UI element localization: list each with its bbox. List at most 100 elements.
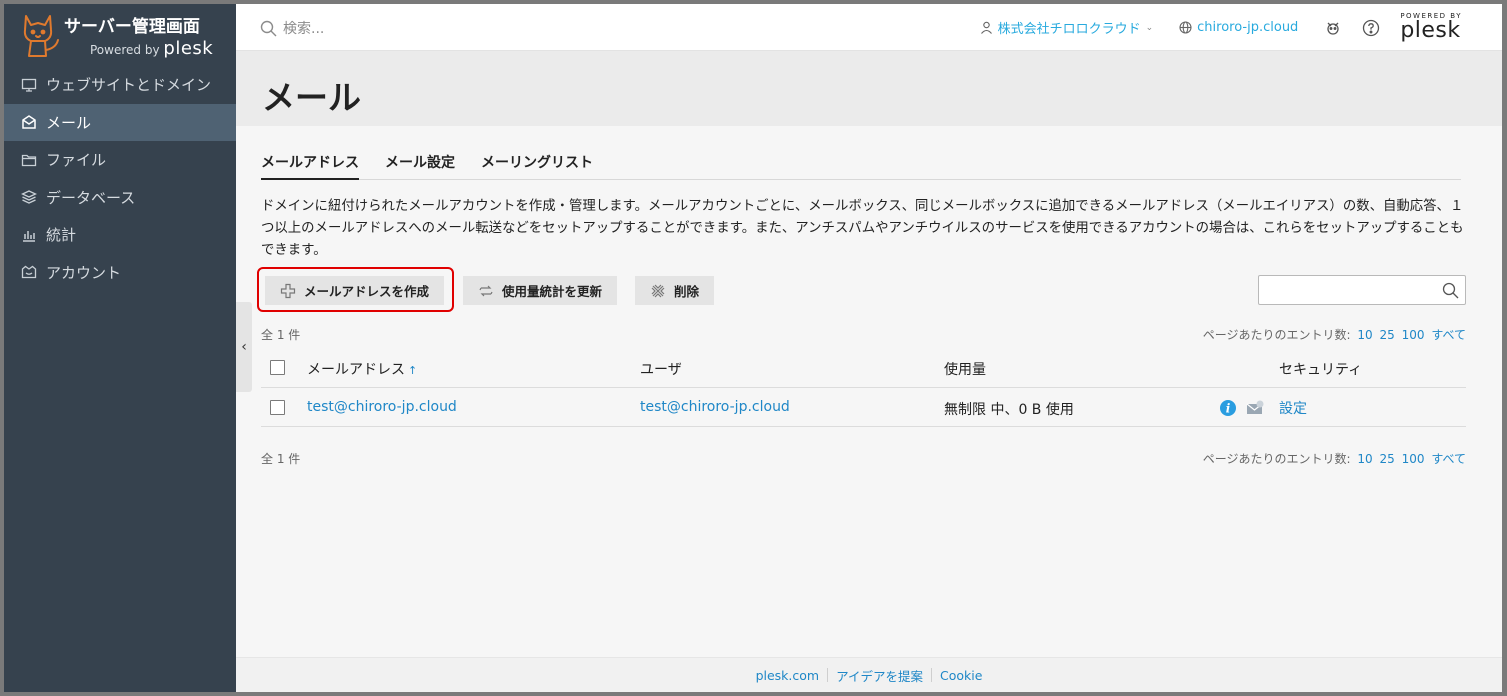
row-security: i 設定 xyxy=(1219,398,1307,418)
per-page-top: ページあたりのエントリ数: 10 25 100 すべて xyxy=(1203,326,1466,343)
globe-icon xyxy=(1179,21,1192,34)
sidebar-item-label: 統計 xyxy=(46,226,77,245)
topbar: 検索... 株式会社チロロクラウド ⌄ chiroro-jp.cloud POW… xyxy=(236,4,1502,51)
database-icon xyxy=(20,188,38,206)
user-name: 株式会社チロロクラウド xyxy=(997,22,1141,37)
search-placeholder: 検索... xyxy=(283,21,325,37)
help-icon[interactable] xyxy=(1362,19,1380,37)
per-page-100[interactable]: 100 xyxy=(1402,328,1425,342)
chart-icon xyxy=(20,226,38,244)
delete-button[interactable]: 削除 xyxy=(635,276,715,305)
sidebar-item-label: ウェブサイトとドメイン xyxy=(46,76,212,95)
table-header: メールアドレス ↑ ユーザ 使用量 セキュリティ xyxy=(261,348,1466,388)
refresh-usage-button[interactable]: 使用量統計を更新 xyxy=(463,276,618,305)
sidebar-item-label: データベース xyxy=(46,188,136,207)
per-page-label: ページあたりのエントリ数: xyxy=(1202,452,1351,466)
create-email-button[interactable]: メールアドレスを作成 xyxy=(265,276,445,305)
chevron-down-icon: ⌄ xyxy=(1145,22,1154,33)
page-title: メール xyxy=(262,78,361,117)
row-checkbox[interactable] xyxy=(270,400,285,415)
sidebar: サーバー管理画面 Powered by plesk ウェブサイトとドメイン メー… xyxy=(4,4,236,692)
sidebar-item-files[interactable]: ファイル xyxy=(4,141,236,179)
column-header-usage[interactable]: 使用量 xyxy=(944,359,986,379)
account-icon xyxy=(20,263,38,281)
search-icon xyxy=(1442,282,1459,299)
list-search-input[interactable] xyxy=(1258,275,1466,305)
svg-text:i: i xyxy=(1226,402,1231,416)
per-page-100[interactable]: 100 xyxy=(1402,452,1425,466)
mailbox-icon[interactable] xyxy=(1245,399,1265,417)
sidebar-collapse-handle[interactable]: ‹ xyxy=(236,302,252,392)
user-menu[interactable]: 株式会社チロロクラウド ⌄ xyxy=(980,18,1154,37)
sidebar-item-databases[interactable]: データベース xyxy=(4,179,236,217)
refresh-usage-label: 使用量統計を更新 xyxy=(502,284,603,299)
extension-icon[interactable] xyxy=(1324,19,1342,37)
domain-link[interactable]: chiroro-jp.cloud xyxy=(1179,20,1298,35)
per-page-25[interactable]: 25 xyxy=(1379,328,1394,342)
search-icon xyxy=(260,20,277,36)
per-page-all[interactable]: すべて xyxy=(1431,328,1466,342)
tab-mail-settings[interactable]: メール設定 xyxy=(385,151,455,180)
fox-mascot-icon xyxy=(23,15,59,57)
chevron-left-icon: ‹ xyxy=(241,339,247,355)
sort-ascending-icon: ↑ xyxy=(408,364,418,377)
plesk-logo: POWERED BY plesk xyxy=(1400,13,1462,42)
footer: plesk.com アイデアを提案 Cookie xyxy=(236,657,1502,692)
sidebar-item-statistics[interactable]: 統計 xyxy=(4,216,236,254)
row-usage: 無制限 中、0 B 使用 xyxy=(944,402,1074,418)
security-settings-link[interactable]: 設定 xyxy=(1279,398,1307,418)
tab-email-addresses[interactable]: メールアドレス xyxy=(261,151,359,180)
plesk-wordmark: plesk xyxy=(163,38,214,59)
table-row: test@chiroro-jp.cloud test@chiroro-jp.cl… xyxy=(261,388,1466,427)
footer-link-cookie[interactable]: Cookie xyxy=(932,668,990,683)
per-page-10[interactable]: 10 xyxy=(1357,328,1372,342)
per-page-10[interactable]: 10 xyxy=(1357,452,1372,466)
column-email-label: メールアドレス xyxy=(307,362,405,378)
sidebar-item-label: メール xyxy=(46,113,92,132)
row-email-link[interactable]: test@chiroro-jp.cloud xyxy=(307,399,457,415)
delete-label: 削除 xyxy=(674,284,700,299)
brand: サーバー管理画面 Powered by plesk xyxy=(4,4,236,66)
brand-title: サーバー管理画面 xyxy=(64,17,200,37)
delete-icon xyxy=(651,284,665,297)
sidebar-item-account[interactable]: アカウント xyxy=(4,254,236,292)
global-search[interactable]: 検索... xyxy=(260,18,324,38)
page-description: ドメインに紐付けられたメールアカウントを作成・管理します。メールアカウントごとに… xyxy=(261,199,1464,258)
sidebar-item-label: ファイル xyxy=(46,151,107,170)
monitor-icon xyxy=(20,76,38,94)
brand-powered-by: Powered by plesk xyxy=(90,38,213,59)
sidebar-item-mail[interactable]: メール xyxy=(4,103,236,141)
powered-by-text: Powered by xyxy=(90,43,160,57)
user-icon xyxy=(980,21,992,34)
column-header-user[interactable]: ユーザ xyxy=(640,359,682,379)
sidebar-item-label: アカウント xyxy=(46,263,122,282)
topbar-right: 株式会社チロロクラウド ⌄ chiroro-jp.cloud POWERED B… xyxy=(980,4,1502,51)
footer-link-suggest-idea[interactable]: アイデアを提案 xyxy=(828,666,931,685)
domain-name: chiroro-jp.cloud xyxy=(1197,20,1299,35)
item-count-bottom: 全 1 件 xyxy=(261,452,301,466)
list-toolbar: メールアドレスを作成 使用量統計を更新 削除 xyxy=(257,267,1466,312)
row-user-link[interactable]: test@chiroro-jp.cloud xyxy=(640,399,790,415)
plesk-window: サーバー管理画面 Powered by plesk ウェブサイトとドメイン メー… xyxy=(4,4,1502,692)
sidebar-item-websites[interactable]: ウェブサイトとドメイン xyxy=(4,66,236,104)
item-count-top: 全 1 件 xyxy=(261,328,301,342)
tab-bar: メールアドレス メール設定 メーリングリスト xyxy=(261,151,1461,180)
per-page-all[interactable]: すべて xyxy=(1431,452,1466,466)
folder-icon xyxy=(20,151,38,169)
refresh-icon xyxy=(479,285,493,296)
tab-mailing-lists[interactable]: メーリングリスト xyxy=(481,151,593,180)
mail-icon xyxy=(20,113,38,131)
per-page-bottom: ページあたりのエントリ数: 10 25 100 すべて xyxy=(1203,450,1466,467)
per-page-25[interactable]: 25 xyxy=(1379,452,1394,466)
per-page-label: ページあたりのエントリ数: xyxy=(1202,328,1351,342)
plus-icon xyxy=(280,283,296,298)
select-all-checkbox[interactable] xyxy=(270,360,285,375)
info-icon[interactable]: i xyxy=(1219,399,1237,417)
column-header-email[interactable]: メールアドレス ↑ xyxy=(307,359,417,379)
page-header: メール xyxy=(236,51,1502,126)
email-table: メールアドレス ↑ ユーザ 使用量 セキュリティ test@chiroro-jp.… xyxy=(261,348,1466,427)
column-header-security: セキュリティ xyxy=(1279,362,1363,378)
create-email-label: メールアドレスを作成 xyxy=(304,284,430,299)
plesk-logo-name: plesk xyxy=(1400,18,1461,43)
footer-link-plesk[interactable]: plesk.com xyxy=(748,668,828,683)
